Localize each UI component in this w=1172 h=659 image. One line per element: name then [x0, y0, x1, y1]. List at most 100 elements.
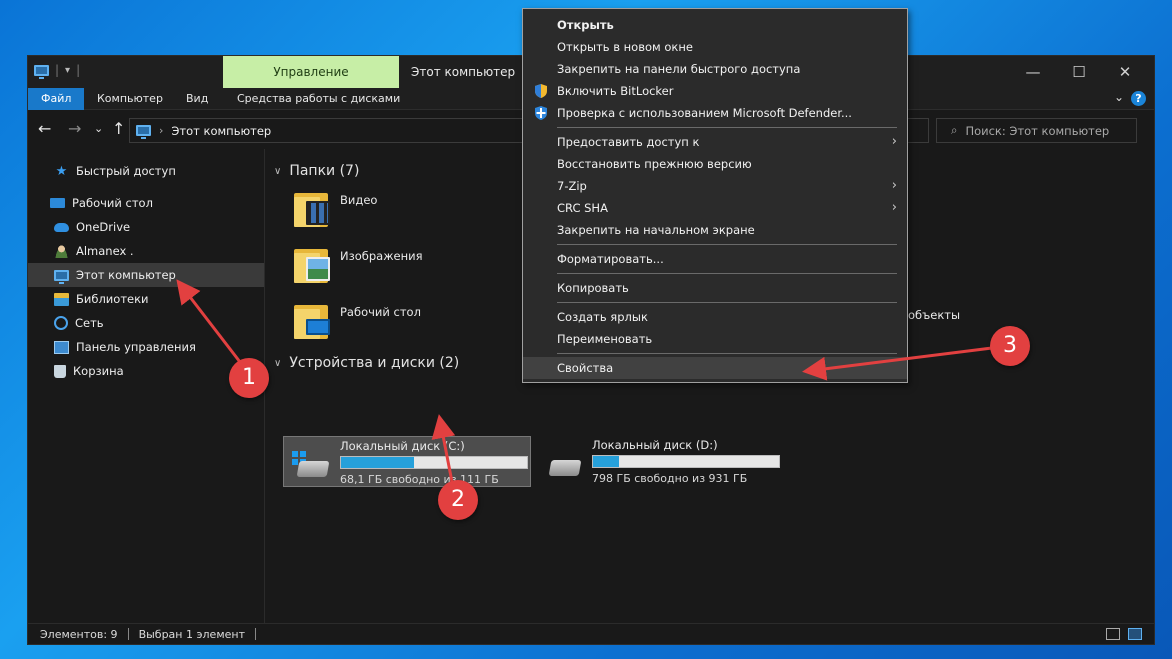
- tab-manage[interactable]: Управление: [223, 56, 399, 88]
- sidebar-item-libraries[interactable]: Библиотеки: [28, 287, 264, 311]
- sidebar-item-quick-access[interactable]: ★ Быстрый доступ: [28, 159, 264, 183]
- video-folder-icon: [294, 187, 330, 227]
- details-view-icon[interactable]: [1106, 628, 1120, 640]
- drive-name: Локальный диск (C:): [340, 439, 465, 453]
- menu-separator: [557, 302, 897, 303]
- drive-free-space: 68,1 ГБ свободно из 111 ГБ: [340, 473, 499, 486]
- menu-item-copy[interactable]: Копировать: [523, 277, 907, 299]
- drive-item-c[interactable]: Локальный диск (C:) 68,1 ГБ свободно из …: [283, 436, 531, 487]
- drive-name: Локальный диск (D:): [592, 438, 718, 452]
- tab-computer[interactable]: Компьютер: [85, 88, 175, 110]
- search-input[interactable]: ⌕ Поиск: Этот компьютер: [936, 118, 1137, 143]
- search-placeholder: Поиск: Этот компьютер: [965, 123, 1110, 138]
- view-buttons: [1106, 628, 1142, 640]
- help-icon[interactable]: ?: [1131, 91, 1146, 106]
- customize-toolbar-icon[interactable]: ▾: [65, 65, 70, 76]
- sidebar-item-this-pc[interactable]: Этот компьютер: [28, 263, 264, 287]
- close-button[interactable]: ✕: [1102, 56, 1148, 88]
- folders-section-header[interactable]: ∨ Папки (7): [274, 163, 359, 179]
- sidebar-item-label: Быстрый доступ: [76, 164, 176, 178]
- user-icon: [54, 244, 69, 258]
- sidebar-item-label: Панель управления: [76, 340, 196, 354]
- network-icon: [54, 316, 68, 330]
- section-title: Устройства и диски (2): [289, 355, 460, 371]
- maximize-button[interactable]: ☐: [1056, 56, 1102, 88]
- drive-free-space: 798 ГБ свободно из 931 ГБ: [592, 472, 748, 485]
- recent-locations-button[interactable]: ⌄: [94, 122, 103, 135]
- folder-label-3d-objects[interactable]: объекты: [908, 308, 960, 322]
- drive-item-d[interactable]: Локальный диск (D:) 798 ГБ свободно из 9…: [536, 436, 784, 487]
- sidebar-item-control-panel[interactable]: Панель управления: [28, 335, 264, 359]
- menu-item-crc-sha[interactable]: CRC SHA ›: [523, 197, 907, 219]
- window-title: Этот компьютер: [411, 65, 516, 79]
- status-item-count: Элементов: 9: [40, 627, 118, 641]
- sidebar-item-desktop[interactable]: Рабочий стол: [28, 191, 264, 215]
- menu-item-open[interactable]: Открыть: [523, 14, 907, 36]
- cloud-icon: [54, 222, 69, 232]
- sidebar-item-onedrive[interactable]: OneDrive: [28, 215, 264, 239]
- folder-label: Рабочий стол: [340, 305, 421, 319]
- submenu-arrow-icon: ›: [891, 178, 897, 193]
- forward-button[interactable]: →: [68, 119, 81, 138]
- computer-icon: [136, 125, 151, 139]
- desktop-folder-icon: [294, 299, 330, 339]
- folder-item-pictures[interactable]: Изображения: [294, 243, 514, 291]
- menu-item-restore-versions[interactable]: Восстановить прежнюю версию: [523, 153, 907, 175]
- tab-disk-tools[interactable]: Средства работы с дисками: [225, 88, 412, 110]
- windows-drive-icon: [292, 449, 330, 479]
- toolbar-separator: |: [76, 63, 81, 77]
- menu-separator: [557, 353, 897, 354]
- computer-icon: [54, 269, 69, 284]
- sidebar-item-label: Корзина: [73, 364, 124, 378]
- chevron-down-icon: ∨: [274, 357, 282, 369]
- library-icon: [54, 292, 69, 306]
- minimize-button[interactable]: —: [1010, 56, 1056, 88]
- menu-item-create-shortcut[interactable]: Создать ярлык: [523, 306, 907, 328]
- folder-label: Видео: [340, 193, 378, 207]
- menu-item-label: CRC SHA: [557, 201, 608, 215]
- toolbar-separator: |: [55, 63, 60, 77]
- status-selected-count: Выбран 1 элемент: [138, 627, 245, 641]
- menu-item-properties[interactable]: Свойства: [523, 357, 907, 379]
- status-bar: Элементов: 9 Выбран 1 элемент: [28, 623, 1154, 644]
- pictures-folder-icon: [294, 243, 330, 283]
- menu-item-defender-scan[interactable]: Проверка с использованием Microsoft Defe…: [523, 102, 907, 124]
- up-button[interactable]: ↑: [112, 119, 125, 138]
- sidebar-item-label: Этот компьютер: [76, 268, 176, 282]
- folder-item-desktop[interactable]: Рабочий стол: [294, 299, 514, 347]
- tab-file[interactable]: Файл: [28, 88, 85, 110]
- devices-section-header[interactable]: ∨ Устройства и диски (2): [274, 355, 459, 371]
- menu-item-rename[interactable]: Переименовать: [523, 328, 907, 350]
- sidebar-item-user[interactable]: Almanex .: [28, 239, 264, 263]
- menu-item-give-access[interactable]: Предоставить доступ к ›: [523, 131, 907, 153]
- large-icons-view-icon[interactable]: [1128, 628, 1142, 640]
- menu-item-label: 7-Zip: [557, 179, 587, 193]
- drive-icon: [544, 448, 582, 478]
- context-menu: Открыть Открыть в новом окне Закрепить н…: [522, 8, 908, 383]
- back-button[interactable]: ←: [38, 119, 51, 138]
- recycle-bin-icon: [54, 364, 66, 378]
- folder-label: Изображения: [340, 249, 423, 263]
- drive-usage-bar: [592, 455, 780, 468]
- quick-access-toolbar: | ▾ |: [34, 63, 81, 79]
- menu-item-bitlocker[interactable]: Включить BitLocker: [523, 80, 907, 102]
- menu-separator: [557, 244, 897, 245]
- menu-item-label: Предоставить доступ к: [557, 135, 700, 149]
- drive-usage-bar: [340, 456, 528, 469]
- menu-item-pin-quick-access[interactable]: Закрепить на панели быстрого доступа: [523, 58, 907, 80]
- menu-item-pin-start[interactable]: Закрепить на начальном экране: [523, 219, 907, 241]
- sidebar-item-label: OneDrive: [76, 220, 131, 234]
- annotation-badge-1: 1: [229, 358, 269, 398]
- collapse-ribbon-icon[interactable]: ⌄: [1114, 90, 1124, 104]
- folder-item-video[interactable]: Видео: [294, 187, 514, 235]
- breadcrumb-this-pc[interactable]: Этот компьютер: [171, 124, 271, 138]
- desktop-icon: [50, 198, 65, 208]
- menu-item-7zip[interactable]: 7-Zip ›: [523, 175, 907, 197]
- menu-item-open-new-window[interactable]: Открыть в новом окне: [523, 36, 907, 58]
- menu-item-label: Проверка с использованием Microsoft Defe…: [557, 106, 852, 120]
- sidebar-item-label: Almanex .: [76, 244, 134, 258]
- sidebar-item-network[interactable]: Сеть: [28, 311, 264, 335]
- tab-view[interactable]: Вид: [174, 88, 220, 110]
- menu-item-format[interactable]: Форматировать...: [523, 248, 907, 270]
- chevron-down-icon: ∨: [274, 165, 282, 177]
